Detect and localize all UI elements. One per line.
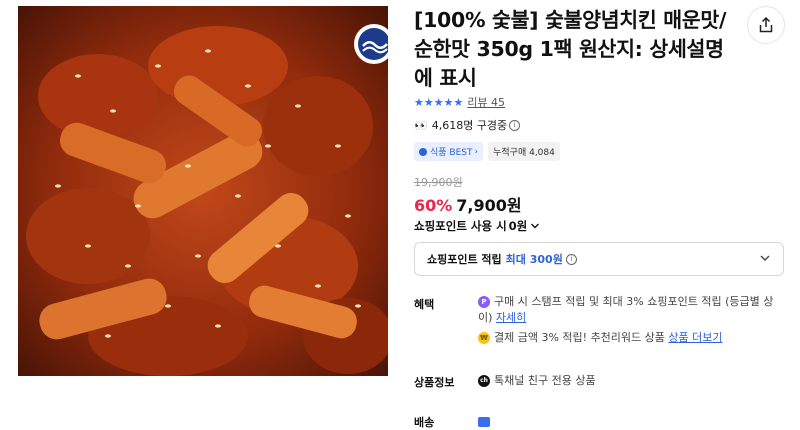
benefit-reward-text: 결제 금액 3% 적립! 추천리워드 상품 xyxy=(494,331,665,344)
info-icon[interactable]: i xyxy=(565,253,577,265)
chicken-photo xyxy=(18,6,388,376)
original-price: 19,900원 xyxy=(414,176,463,189)
badge-best-label: 식품 BEST xyxy=(430,148,473,158)
product-info-label: 상품정보 xyxy=(414,376,455,389)
point-icon: P xyxy=(478,296,490,308)
chevron-down-icon xyxy=(531,223,540,229)
delivery-value xyxy=(478,414,778,430)
sale-price: 7,900원 xyxy=(456,196,522,215)
review-link[interactable]: 리뷰 45 xyxy=(467,94,505,110)
benefit-detail-link[interactable]: 자세히 xyxy=(496,311,526,324)
points-earn-max: 최대 300원 xyxy=(505,253,563,266)
badge-best-icon xyxy=(419,147,427,156)
share-button[interactable] xyxy=(747,6,785,44)
sales-count-badge: 누적구매 4,084 xyxy=(488,142,560,161)
benefit-stamp: P 구매 시 스탬프 적립 및 최대 3% 쇼핑포인트 적립 (등급별 상이) 자… xyxy=(478,294,778,326)
points-use-label: 쇼핑포인트 사용 시 xyxy=(414,219,507,233)
benefit-reward: ₩ 결제 금액 3% 적립! 추천리워드 상품 상품 더보기 xyxy=(478,330,778,346)
points-use-value: 0원 xyxy=(508,219,528,233)
talk-channel-icon: ch xyxy=(478,375,490,387)
product-info-value: ch 톡채널 친구 전용 상품 xyxy=(478,373,778,389)
product-info-text: 톡채널 친구 전용 상품 xyxy=(494,374,596,387)
points-use-toggle[interactable]: 쇼핑포인트 사용 시 0원 xyxy=(414,218,540,234)
benefits-label: 혜택 xyxy=(414,298,435,311)
price-row: 60% 7,900원 xyxy=(414,192,522,216)
food-best-badge[interactable]: 식품 BEST › xyxy=(414,142,484,161)
product-title: [100% 숯불] 숯불양념치킨 매운맛/순한맛 350g 1팩 원산지: 상세… xyxy=(414,8,727,90)
brand-logo-icon xyxy=(354,24,388,64)
info-icon[interactable]: i xyxy=(509,119,521,131)
eyes-icon: 👀 xyxy=(414,118,428,132)
points-earn-label: 쇼핑포인트 적립 xyxy=(427,253,502,266)
coin-icon: ₩ xyxy=(478,332,490,344)
truck-icon xyxy=(478,417,490,427)
chevron-right-icon: › xyxy=(474,146,479,157)
viewers-count: 👀 4,618명 구경중 i xyxy=(414,117,521,133)
chevron-down-icon xyxy=(760,255,770,261)
badges: 식품 BEST › 누적구매 4,084 xyxy=(414,142,560,161)
rating-row: ★★★★★ 리뷰 45 xyxy=(414,94,505,110)
benefit-more-link[interactable]: 상품 더보기 xyxy=(668,331,722,344)
rating-stars: ★★★★★ xyxy=(414,95,464,109)
points-earn-dropdown[interactable]: 쇼핑포인트 적립 최대 300원 i xyxy=(414,242,784,276)
share-icon xyxy=(759,17,773,33)
delivery-label: 배송 xyxy=(414,416,435,429)
product-image xyxy=(18,6,388,376)
discount-rate: 60% xyxy=(414,196,453,215)
viewers-text: 4,618명 구경중 xyxy=(431,119,508,132)
